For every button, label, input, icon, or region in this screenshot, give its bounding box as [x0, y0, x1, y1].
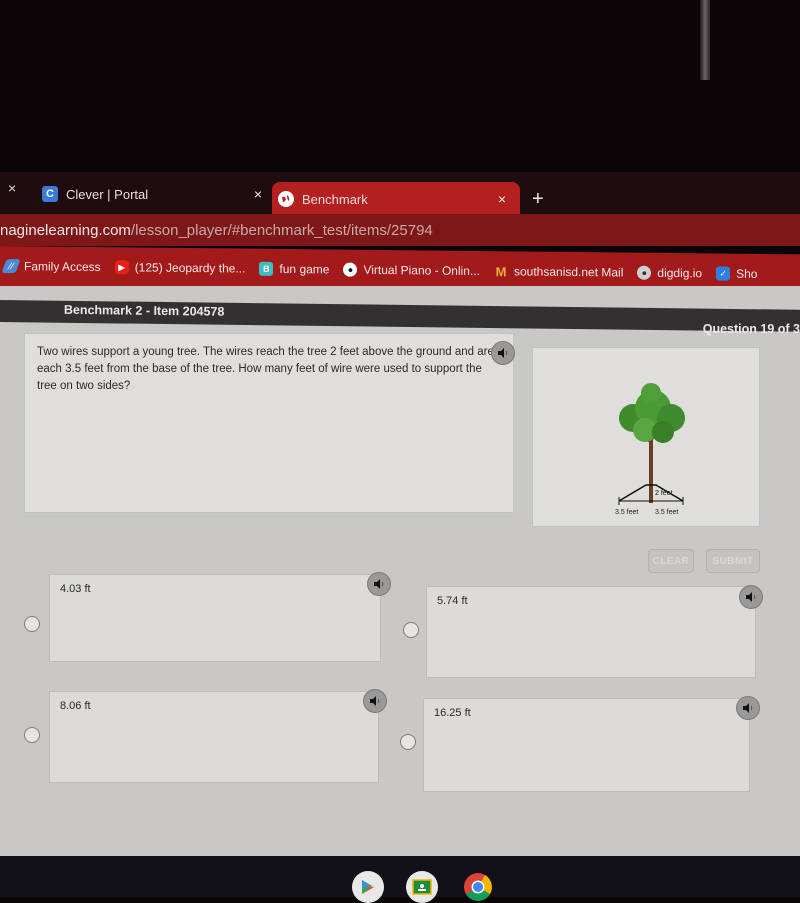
tree-diagram: 2 feet 3.5 feet 3.5 feet [615, 383, 685, 516]
choice-box[interactable]: 4.03 ft [49, 574, 381, 662]
url-path: /lesson_player/#benchmark_test/items/257… [130, 221, 433, 239]
speaker-icon [743, 703, 753, 713]
previous-tab-close-icon[interactable]: × [8, 180, 16, 196]
choice-box[interactable]: 5.74 ft [426, 586, 756, 678]
close-tab-icon[interactable]: × [254, 186, 262, 202]
question-text: Two wires support a young tree. The wire… [37, 346, 494, 392]
left-base-label: 3.5 feet [615, 509, 638, 516]
speaker-icon [498, 348, 508, 358]
taskbar [0, 856, 800, 903]
question-audio-button[interactable] [491, 341, 515, 365]
tree-canopy [619, 383, 685, 443]
tab-title: Clever | Portal [66, 186, 149, 202]
right-base-label: 3.5 feet [655, 509, 678, 516]
youtube-icon: ▶ [114, 260, 129, 275]
bookmark-label: fun game [279, 261, 330, 277]
speaker-icon [746, 592, 756, 602]
checkmark-icon: ✓ [716, 266, 731, 281]
choice-label: 8.06 ft [60, 700, 91, 712]
choice-label: 16.25 ft [434, 707, 471, 719]
bookmark-family-access[interactable]: // Family Access [1, 259, 101, 275]
tab-benchmark[interactable]: Benchmark × [272, 182, 520, 216]
submit-button[interactable]: SUBMIT [706, 549, 760, 573]
chrome-icon[interactable] [462, 871, 494, 903]
assessment-header: Benchmark 2 - Item 204578 [0, 300, 800, 333]
tab-clever[interactable]: C Clever | Portal × [36, 176, 276, 212]
figure-panel: 2 feet 3.5 feet 3.5 feet [532, 347, 760, 527]
choice-radio[interactable] [24, 727, 40, 743]
choice-label: 5.74 ft [437, 595, 468, 607]
item-title: Benchmark 2 - Item 204578 [63, 302, 225, 319]
bookmark-jeopardy[interactable]: ▶ (125) Jeopardy the... [114, 260, 246, 276]
choice-radio[interactable] [24, 616, 40, 632]
bookmark-digdig[interactable]: ● digdig.io [637, 265, 703, 281]
choice-audio-button[interactable] [363, 689, 387, 713]
bookmark-virtual-piano[interactable]: ● Virtual Piano - Onlin... [343, 262, 480, 279]
choice-audio-button[interactable] [736, 696, 760, 720]
speaker-icon [374, 579, 384, 589]
assessment-page: Benchmark 2 - Item 204578 Question 19 of… [0, 286, 800, 856]
clever-c-icon: C [42, 186, 58, 202]
family-access-icon: // [1, 259, 21, 274]
b-letter-icon: B [259, 261, 274, 276]
height-label: 2 feet [655, 490, 673, 497]
bookmark-label: (125) Jeopardy the... [134, 260, 246, 276]
question-counter: Question 19 of 3 [702, 322, 800, 336]
bookmark-label: Sho [736, 266, 758, 281]
tab-title: Benchmark [302, 191, 368, 207]
question-panel: Two wires support a young tree. The wire… [24, 333, 515, 513]
bookmark-label: Virtual Piano - Onlin... [363, 262, 480, 279]
choice-box[interactable]: 16.25 ft [423, 698, 750, 792]
tab-strip: × C Clever | Portal × Benchmark × + [0, 172, 800, 216]
choice-audio-button[interactable] [739, 585, 763, 609]
choice-audio-button[interactable] [367, 572, 391, 596]
clear-button[interactable]: CLEAR [648, 549, 694, 573]
classroom-icon[interactable] [406, 871, 438, 903]
bookmark-sho[interactable]: ✓ Sho [716, 266, 758, 281]
screen-glare [700, 0, 710, 80]
new-tab-button[interactable]: + [532, 188, 544, 211]
choice-radio[interactable] [400, 734, 416, 750]
bookmark-label: digdig.io [657, 265, 703, 281]
play-store-icon[interactable] [352, 871, 384, 903]
gmail-icon: M [495, 263, 507, 279]
close-tab-icon[interactable]: × [498, 191, 506, 207]
globe-icon [278, 191, 294, 207]
bookmark-label: southsanisd.net Mail [513, 264, 624, 280]
address-bar[interactable]: naginelearning.com/lesson_player/#benchm… [0, 214, 800, 246]
panda-icon: ● [343, 262, 358, 277]
choice-radio[interactable] [403, 622, 419, 638]
choice-label: 4.03 ft [60, 583, 91, 595]
tree-trunk [649, 433, 653, 503]
speaker-icon [370, 696, 380, 706]
bookmark-label: Family Access [24, 259, 101, 275]
url-host: naginelearning.com [0, 221, 131, 239]
choice-box[interactable]: 8.06 ft [49, 691, 379, 783]
bookmark-fun-game[interactable]: B fun game [259, 261, 330, 277]
bookmark-mail[interactable]: M southsanisd.net Mail [494, 263, 624, 280]
digdig-icon: ● [637, 265, 652, 280]
